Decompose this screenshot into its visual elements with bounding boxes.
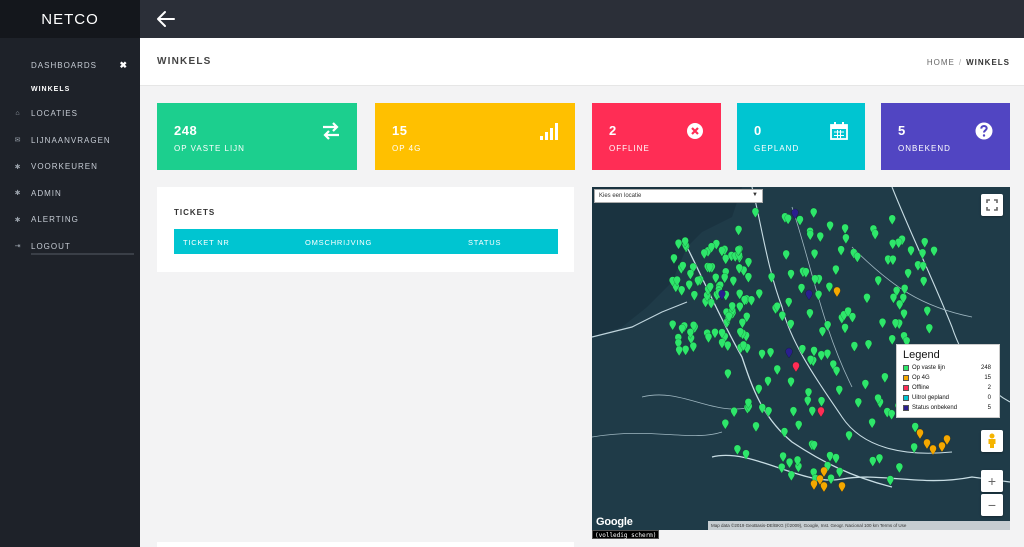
legend-count: 0 xyxy=(987,395,991,401)
sidebar-item-lijnaanvragen[interactable]: ✉ LIJNAANVRAGEN xyxy=(0,127,140,154)
sidebar-item-logout[interactable]: ⇥ LOGOUT xyxy=(0,233,140,260)
page-title: WINKELS xyxy=(157,56,212,67)
column-header-ticket-nr[interactable]: TICKET NR xyxy=(183,238,230,247)
legend-count: 2 xyxy=(987,385,991,391)
calendar-icon xyxy=(830,122,848,140)
sidebar-item-label: ALERTING xyxy=(31,215,79,225)
sign-out-icon: ⇥ xyxy=(14,243,22,251)
location-select[interactable]: Kies een locatie ▼ xyxy=(594,189,763,203)
legend-swatch xyxy=(903,365,909,371)
page-header: WINKELS HOME / WINKELS xyxy=(140,38,1024,86)
stat-tile-offline[interactable]: 2 OFFLINE xyxy=(592,103,721,170)
column-header-omschrijving[interactable]: OMSCHRIJVING xyxy=(305,238,372,247)
chevron-down-icon: ▼ xyxy=(752,192,758,198)
legend-title: Legend xyxy=(903,349,940,361)
sidebar-item-alerting[interactable]: ✱ ALERTING xyxy=(0,207,140,234)
breadcrumb: HOME / WINKELS xyxy=(927,58,1010,67)
signal-icon xyxy=(540,123,558,140)
legend-item: Op 4G 15 xyxy=(903,374,993,384)
legend-label: Offline xyxy=(912,385,930,391)
sidebar-item-admin[interactable]: ✱ ADMIN xyxy=(0,180,140,207)
tickets-title: TICKETS xyxy=(174,208,216,217)
stat-label: ONBEKEND xyxy=(898,144,951,153)
legend-count: 15 xyxy=(984,375,991,381)
legend-count: 5 xyxy=(987,405,991,411)
sidebar: NETCO DASHBOARDS ✖ WINKELS ⌂ LOCATIES ✉ … xyxy=(0,0,140,547)
stat-value: 2 xyxy=(609,123,617,138)
gear-icon: ✱ xyxy=(14,163,22,171)
divider xyxy=(31,253,134,255)
legend-label: Status onbekend xyxy=(912,405,958,411)
sidebar-item-label: LOCATIES xyxy=(31,109,78,119)
tickets-table-header: TICKET NR OMSCHRIJVING STATUS xyxy=(174,229,558,254)
pegman-icon xyxy=(988,433,996,448)
legend-item: Status onbekend 5 xyxy=(903,404,993,414)
sidebar-item-winkels[interactable]: WINKELS xyxy=(0,79,140,101)
google-logo: Google xyxy=(596,516,633,528)
back-arrow-icon[interactable] xyxy=(155,8,177,30)
legend-swatch xyxy=(903,375,909,381)
map-legend: Legend Op vaste lijn 248 Op 4G 15 Offline 2… xyxy=(896,344,1000,418)
location-select-value: Kies een locatie xyxy=(599,193,642,199)
legend-swatch xyxy=(903,395,909,401)
top-bar xyxy=(140,0,1024,38)
sidebar-item-label: LIJNAANVRAGEN xyxy=(31,135,111,145)
gear-icon: ✱ xyxy=(14,216,22,224)
stat-value: 0 xyxy=(754,123,762,138)
envelope-icon: ✉ xyxy=(14,137,22,145)
legend-count: 248 xyxy=(980,365,991,371)
breadcrumb-current: WINKELS xyxy=(966,58,1010,67)
sidebar-item-label: WINKELS xyxy=(31,86,71,93)
legend-swatch xyxy=(903,405,909,411)
legend-label: Op 4G xyxy=(912,375,930,381)
stat-value: 15 xyxy=(392,123,408,138)
zoom-out-button[interactable]: − xyxy=(981,494,1003,516)
home-icon: ⌂ xyxy=(15,110,21,118)
sidebar-item-locaties[interactable]: ⌂ LOCATIES xyxy=(0,101,140,128)
breadcrumb-home[interactable]: HOME xyxy=(927,58,955,67)
stat-label: OFFLINE xyxy=(609,144,650,153)
sidebar-item-voorkeuren[interactable]: ✱ VOORKEUREN xyxy=(0,154,140,181)
map-fullscreen-button[interactable] xyxy=(981,194,1003,216)
sidebar-nav: DASHBOARDS ✖ WINKELS ⌂ LOCATIES ✉ LIJNAA… xyxy=(0,38,140,260)
times-circle-icon xyxy=(687,123,703,139)
breadcrumb-separator: / xyxy=(958,58,963,67)
stat-label: OP VASTE LIJN xyxy=(174,144,245,153)
fullscreen-icon xyxy=(986,199,998,211)
panel xyxy=(157,542,574,547)
legend-swatch xyxy=(903,385,909,391)
stat-label: GEPLAND xyxy=(754,144,800,153)
legend-label: Uitrol gepland xyxy=(912,395,950,401)
exchange-icon xyxy=(323,122,339,140)
sidebar-item-label: VOORKEUREN xyxy=(31,162,98,172)
stat-tile-onbekend[interactable]: 5 ONBEKEND xyxy=(881,103,1010,170)
sidebar-item-label: ADMIN xyxy=(31,188,62,198)
sidebar-item-dashboards[interactable]: DASHBOARDS ✖ xyxy=(0,52,140,79)
tickets-panel: TICKETS TICKET NR OMSCHRIJVING STATUS xyxy=(157,187,574,272)
stat-value: 5 xyxy=(898,123,906,138)
gear-icon: ✱ xyxy=(14,190,22,198)
legend-item: Op vaste lijn 248 xyxy=(903,364,993,374)
stat-label: OP 4G xyxy=(392,144,422,153)
legend-item: Uitrol gepland 0 xyxy=(903,394,993,404)
brand-logo[interactable]: NETCO xyxy=(0,0,140,38)
legend-item: Offline 2 xyxy=(903,384,993,394)
stat-tile-vaste-lijn[interactable]: 248 OP VASTE LIJN xyxy=(157,103,357,170)
sidebar-item-label: LOGOUT xyxy=(31,241,71,251)
stat-tile-4g[interactable]: 15 OP 4G xyxy=(375,103,575,170)
legend-label: Op vaste lijn xyxy=(912,365,946,371)
street-view-pegman[interactable] xyxy=(981,430,1003,452)
location-map[interactable]: Kies een locatie ▼ Legend Op vaste lijn 2… xyxy=(592,187,1010,530)
stat-value: 248 xyxy=(174,123,198,138)
map-attribution[interactable]: Map data ©2019 GeoBasis-DE/BKG (©2009), … xyxy=(708,521,1010,530)
close-icon[interactable]: ✖ xyxy=(119,60,128,71)
sidebar-item-label: DASHBOARDS xyxy=(31,60,98,70)
fullscreen-toggle[interactable]: (volledig scherm) xyxy=(592,530,660,539)
stat-tile-gepland[interactable]: 0 GEPLAND xyxy=(737,103,865,170)
zoom-in-button[interactable]: + xyxy=(981,470,1003,492)
question-circle-icon xyxy=(975,122,993,140)
column-header-status[interactable]: STATUS xyxy=(468,238,501,247)
